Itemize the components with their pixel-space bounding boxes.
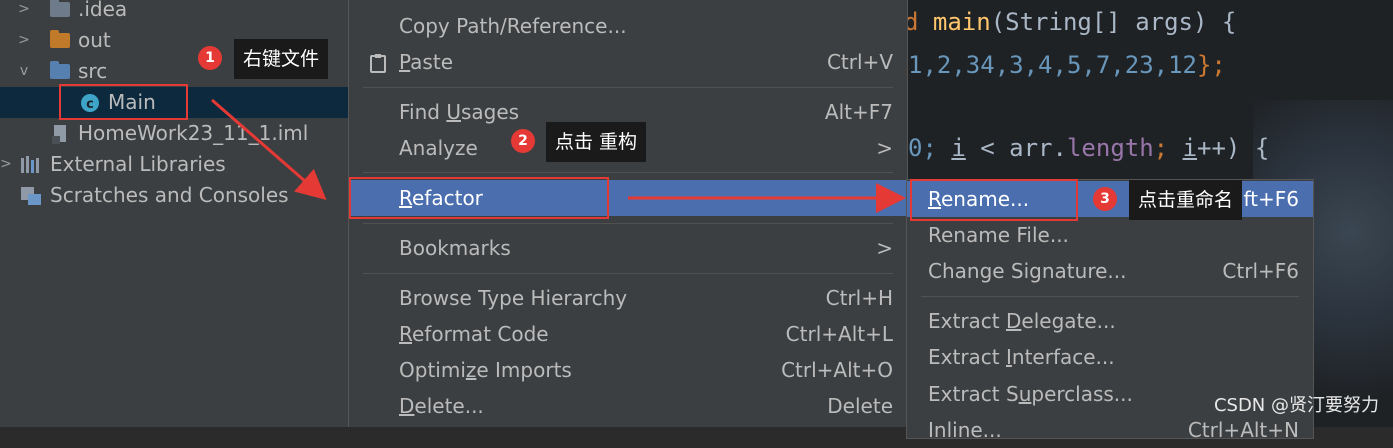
step-tooltip: 点击重命名 [1129,180,1243,220]
watermark: CSDN @贤汀要努力 [1213,395,1379,416]
step-badge: 3 [1093,187,1117,211]
step-badge: 1 [198,46,222,70]
arrow-to-menu [211,98,327,200]
step-tooltip: 点击 重构 [546,122,647,162]
step-badge: 2 [511,129,535,153]
step-tooltip: 右键文件 [234,39,329,79]
